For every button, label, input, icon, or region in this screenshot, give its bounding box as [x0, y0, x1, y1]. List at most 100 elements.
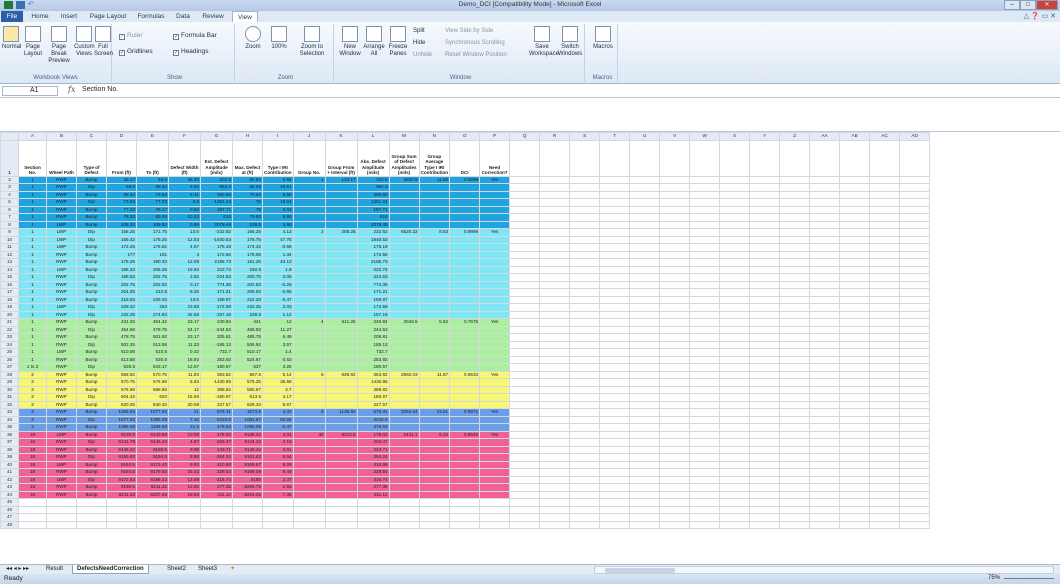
cell[interactable]: 2: [18, 385, 47, 394]
row-header[interactable]: 27: [0, 363, 19, 372]
cell[interactable]: 243.71: [356, 445, 390, 454]
cell[interactable]: 0.59: [168, 220, 201, 229]
cell[interactable]: 316.74: [356, 475, 390, 484]
cell[interactable]: [659, 228, 691, 237]
cell[interactable]: [449, 378, 481, 387]
cell[interactable]: [569, 415, 601, 424]
cell[interactable]: [418, 243, 451, 252]
cell[interactable]: [719, 385, 751, 394]
cell[interactable]: [899, 228, 931, 237]
cell[interactable]: 178.02: [200, 430, 233, 439]
cell[interactable]: [779, 295, 811, 304]
cell[interactable]: 23.51: [418, 408, 451, 417]
cell[interactable]: RWP: [46, 483, 77, 492]
cell[interactable]: LWP: [46, 243, 77, 252]
cell[interactable]: RWP: [46, 385, 77, 394]
cell[interactable]: [324, 490, 358, 499]
cell[interactable]: [809, 190, 841, 199]
cell[interactable]: [719, 250, 751, 259]
cell[interactable]: [839, 348, 871, 357]
cell[interactable]: [449, 235, 481, 244]
cell[interactable]: To (ft): [136, 139, 169, 177]
cell[interactable]: [599, 250, 631, 259]
cell[interactable]: [292, 303, 326, 312]
cell[interactable]: [292, 393, 326, 402]
cell[interactable]: [899, 139, 931, 177]
cell[interactable]: LWP: [46, 235, 77, 244]
cell[interactable]: [779, 213, 811, 222]
cell[interactable]: 576.58: [136, 378, 169, 387]
cell[interactable]: [569, 288, 601, 297]
column-header[interactable]: G: [200, 132, 233, 141]
cell[interactable]: 501.92: [136, 333, 169, 342]
cell[interactable]: [779, 220, 811, 229]
cell[interactable]: 108.33: [106, 220, 137, 229]
cell[interactable]: 363.82: [356, 370, 390, 379]
cell[interactable]: [749, 490, 781, 499]
cell[interactable]: [292, 475, 326, 484]
cell[interactable]: [689, 265, 721, 274]
cell[interactable]: 485.75: [232, 333, 263, 342]
cell[interactable]: Dip: [76, 325, 107, 334]
freeze-panes-button[interactable]: Freeze Panes: [387, 26, 409, 58]
cell[interactable]: 9138.42: [232, 430, 263, 439]
cell[interactable]: [599, 423, 631, 432]
cell[interactable]: 4.17: [262, 393, 294, 402]
sheet-tab-defectsneedcorrection[interactable]: DefectsNeedCorrection: [72, 565, 149, 574]
cell[interactable]: [659, 520, 691, 529]
cell[interactable]: [869, 445, 901, 454]
cell[interactable]: [479, 475, 511, 484]
cell[interactable]: 176.92: [136, 243, 169, 252]
cell[interactable]: [599, 295, 631, 304]
cell[interactable]: [629, 505, 661, 514]
cell[interactable]: 13.5: [168, 295, 201, 304]
cell[interactable]: [869, 198, 901, 207]
column-header[interactable]: M: [388, 132, 420, 141]
cell[interactable]: 178.08: [232, 250, 263, 259]
cell[interactable]: [449, 183, 481, 192]
cell[interactable]: 11.83: [168, 370, 201, 379]
cell[interactable]: 9146.42: [136, 438, 169, 447]
cell[interactable]: [899, 385, 931, 394]
cell[interactable]: 0.84: [168, 205, 201, 214]
cell[interactable]: [479, 348, 511, 357]
cell[interactable]: [509, 243, 541, 252]
cell[interactable]: [719, 318, 751, 327]
cell[interactable]: [418, 385, 451, 394]
cell[interactable]: 1: [18, 325, 47, 334]
cell[interactable]: 3: [18, 415, 47, 424]
cell[interactable]: 202.5: [200, 175, 233, 184]
cell[interactable]: [749, 310, 781, 319]
cell[interactable]: [689, 400, 721, 409]
cell[interactable]: [539, 288, 571, 297]
cell[interactable]: [418, 355, 451, 364]
row-header[interactable]: 24: [0, 340, 19, 349]
cell[interactable]: [599, 318, 631, 327]
cell[interactable]: [479, 498, 511, 507]
cell[interactable]: [569, 333, 601, 342]
cell[interactable]: [659, 340, 691, 349]
cell[interactable]: [388, 183, 420, 192]
cell[interactable]: 1: [18, 190, 47, 199]
tab-data[interactable]: Data: [171, 11, 195, 22]
cell[interactable]: [689, 205, 721, 214]
cell[interactable]: 47.75: [262, 235, 294, 244]
cell[interactable]: 65.25: [232, 183, 263, 192]
cell[interactable]: 1.12: [262, 310, 294, 319]
cell[interactable]: [292, 190, 326, 199]
cell[interactable]: [629, 520, 661, 529]
column-header[interactable]: AB: [839, 132, 871, 141]
cell[interactable]: Dip: [76, 198, 107, 207]
cell[interactable]: [899, 325, 931, 334]
cell[interactable]: [479, 445, 511, 454]
cell[interactable]: [509, 513, 541, 522]
cell[interactable]: 222.74: [200, 265, 233, 274]
cell[interactable]: [509, 273, 541, 282]
cell[interactable]: [659, 243, 691, 252]
tab-insert[interactable]: Insert: [56, 11, 82, 22]
row-header[interactable]: 6: [0, 205, 19, 214]
cell[interactable]: [509, 483, 541, 492]
cell[interactable]: [809, 355, 841, 364]
cell[interactable]: [899, 400, 931, 409]
cell[interactable]: [809, 220, 841, 229]
